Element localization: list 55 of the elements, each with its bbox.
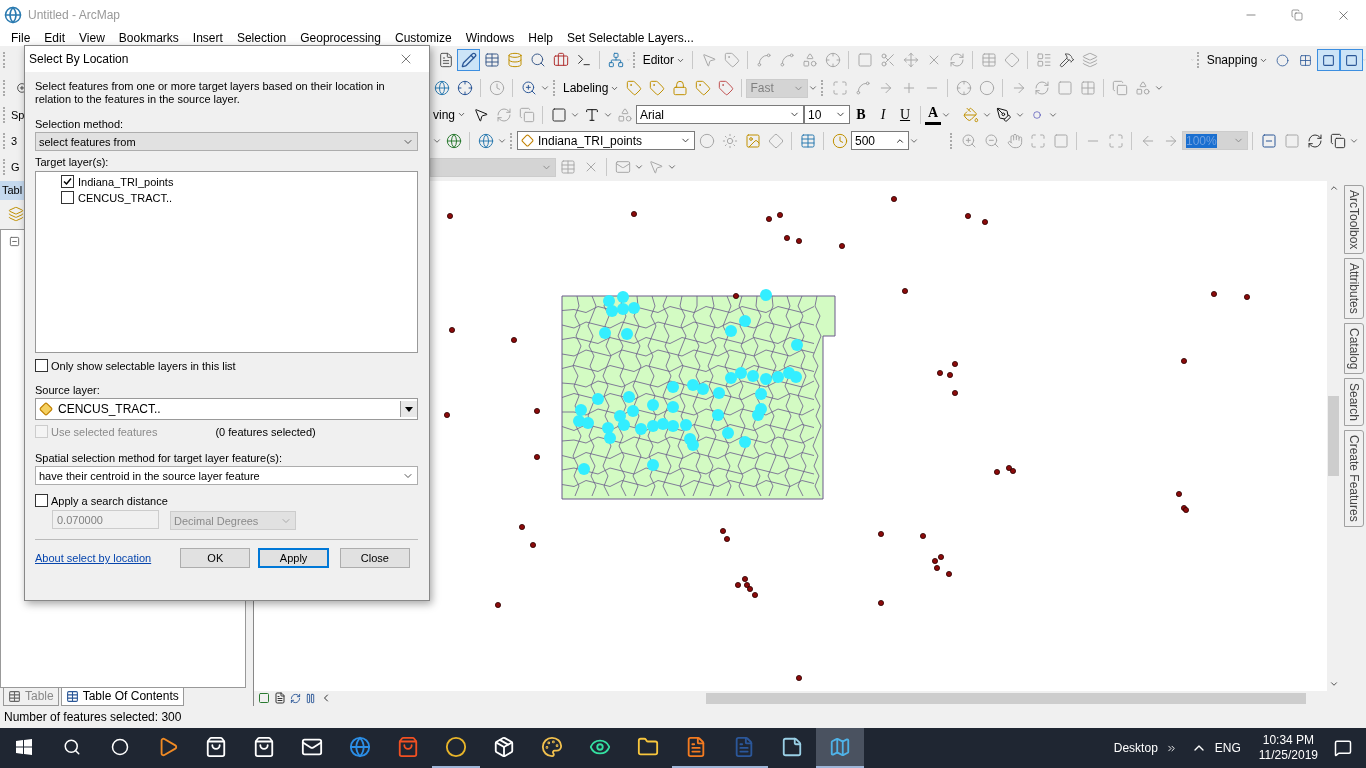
input-language[interactable]: ENG	[1206, 741, 1249, 755]
scale-field[interactable]: 500	[851, 131, 909, 151]
field-label: Selection method:	[35, 118, 124, 130]
dialog-button[interactable]: Close	[339, 548, 410, 568]
dialog-button[interactable]: Apply	[258, 548, 329, 568]
labeling-menu[interactable]: Labeling	[560, 81, 623, 96]
dialog-title: Select By Location	[29, 52, 129, 66]
menu-item[interactable]: Help	[521, 30, 561, 45]
menu-item[interactable]: Bookmarks	[111, 30, 186, 45]
menu-item[interactable]: Edit	[37, 30, 73, 45]
target-layer-list[interactable]: Indiana_TRI_points CENCUS_TRACT..	[35, 171, 418, 353]
dock-tab[interactable]: Create Features	[1344, 430, 1364, 527]
field-label: Source layer:	[35, 384, 100, 396]
font-size-select[interactable]: 10	[804, 105, 850, 125]
dialog-button[interactable]: OK	[180, 548, 251, 568]
help-link[interactable]: About select by location	[35, 552, 152, 564]
menu-item[interactable]: Geoprocessing	[293, 30, 388, 45]
checkbox-label: Apply a search distance	[51, 494, 168, 507]
toolbar-label: 3	[11, 134, 18, 147]
clock-date[interactable]: 11/25/2019	[1258, 748, 1318, 763]
window-title: Untitled - ArcMap	[28, 8, 122, 22]
menu-item[interactable]: File	[4, 30, 38, 45]
bold-button[interactable]: B	[850, 104, 872, 125]
menu-item[interactable]: View	[72, 30, 112, 45]
source-layer-select[interactable]: CENCUS_TRACT..	[35, 398, 418, 420]
desktop-toolbar-label[interactable]: Desktop	[1105, 741, 1166, 755]
menu-item[interactable]: Windows	[458, 30, 522, 45]
menu-item[interactable]: Customize	[387, 30, 459, 45]
field-label: Spatial selection method for target layer feature(s):	[35, 452, 282, 464]
dock-tab[interactable]: ArcToolbox	[1344, 184, 1364, 254]
menu-item[interactable]: Selection	[229, 30, 294, 45]
menu-item[interactable]: Set Selectable Layers...	[560, 30, 701, 45]
layer-select[interactable]: Indiana_TRI_points	[517, 131, 695, 151]
spatial-method-select[interactable]: have their centroid in the source layer feature	[35, 466, 418, 485]
menu-item[interactable]: Insert	[185, 30, 230, 45]
status-text: Number of features selected: 300	[4, 709, 182, 724]
snapping-menu[interactable]: Snapping	[1203, 53, 1272, 68]
selection-method-select[interactable]: select features from	[35, 132, 418, 151]
dock-tab[interactable]: Search	[1344, 378, 1364, 426]
font-select[interactable]: Arial	[636, 105, 804, 125]
toolbar-label: Sp	[11, 108, 25, 121]
editor-menu[interactable]: Editor	[639, 53, 688, 68]
underline-button[interactable]: U	[894, 104, 916, 125]
clock-time[interactable]: 10:34 PM	[1262, 733, 1315, 748]
dock-tab[interactable]: Attributes	[1344, 257, 1364, 319]
italic-button[interactable]: I	[872, 104, 894, 125]
field-label: Target layer(s):	[35, 156, 109, 168]
toolbar-label: G	[11, 161, 20, 174]
selected-count: (0 features selected)	[215, 425, 316, 438]
drawing-menu[interactable]: ving	[430, 107, 469, 122]
checkbox-label: Only show selectable layers in this list	[51, 359, 236, 372]
dock-tab[interactable]: Catalog	[1344, 322, 1364, 374]
dialog-description: Select features from one or more target layers based on their location in relation to the features in the source layer.	[35, 80, 386, 106]
font-color-button[interactable]: A	[925, 104, 942, 125]
checkbox-label: Use selected features	[51, 425, 158, 438]
